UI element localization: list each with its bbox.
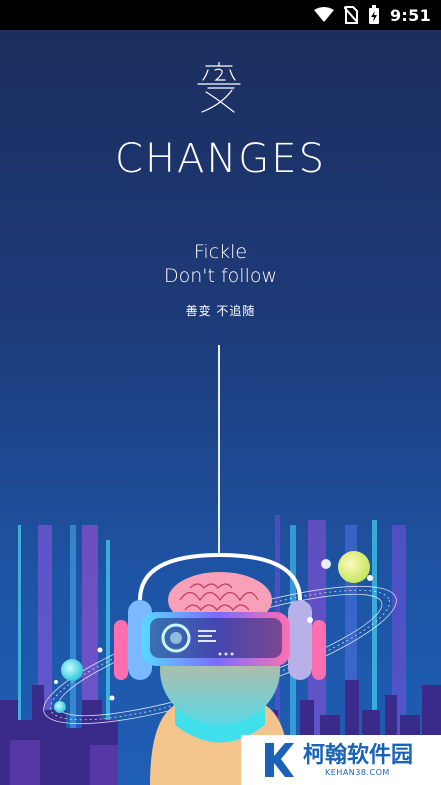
watermark-text: 柯翰软件园 KEHAN38.COM bbox=[303, 742, 414, 777]
wifi-icon bbox=[314, 7, 334, 22]
status-icons: 9:51 bbox=[314, 5, 431, 25]
chinese-subtitle: 善变 不追随 bbox=[185, 304, 256, 318]
watermark-cn: 柯翰软件园 bbox=[303, 742, 414, 768]
app-title: CHANGES bbox=[115, 136, 326, 182]
changes-logo-mark bbox=[197, 62, 241, 113]
k-logo-icon bbox=[265, 743, 294, 777]
tagline-line1: Fickle bbox=[193, 241, 248, 263]
battery-charging-icon bbox=[369, 5, 379, 24]
status-bar: 9:51 bbox=[0, 0, 441, 30]
splash-screen: 9:51 CHANGES Fickle Don't follow 善变 不追随 bbox=[0, 0, 441, 785]
no-sim-icon bbox=[344, 6, 358, 24]
tagline-line2: Don't follow bbox=[163, 265, 278, 287]
watermark-en: KEHAN38.COM bbox=[325, 767, 390, 777]
status-time: 9:51 bbox=[390, 5, 431, 25]
watermark-badge: 柯翰软件园 KEHAN38.COM bbox=[241, 735, 441, 785]
